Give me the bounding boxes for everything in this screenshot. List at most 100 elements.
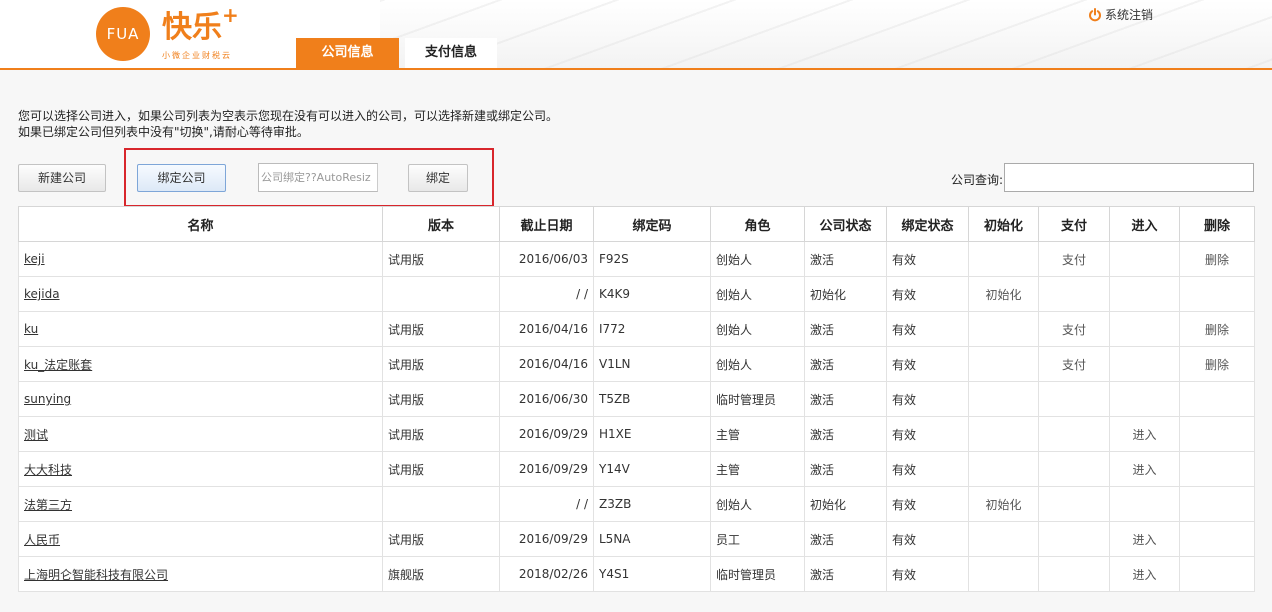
header-delete: 删除 [1179,206,1255,242]
header-bind-status: 绑定状态 [886,206,969,242]
header-enter: 进入 [1109,206,1180,242]
cell-bind-code: Z3ZB [593,486,711,522]
pay-action[interactable]: 支付 [1038,346,1110,382]
enter-action[interactable]: 进入 [1109,416,1180,452]
pay-action[interactable]: 支付 [1038,311,1110,347]
pay-action [1038,451,1110,487]
cell-bind-code: K4K9 [593,276,711,312]
enter-action[interactable]: 进入 [1109,521,1180,557]
cell-name: 测试 [18,416,383,452]
cell-bind-code: L5NA [593,521,711,557]
cell-company-status: 激活 [804,311,887,347]
cell-name: 大大科技 [18,451,383,487]
company-name-link[interactable]: 人民币 [24,533,60,547]
company-name-link[interactable]: 上海明仑智能科技有限公司 [24,568,168,582]
cell-role: 临时管理员 [710,381,805,417]
cell-version [382,486,500,522]
logo-subtitle: 小微企业财税云 [162,51,232,60]
company-name-link[interactable]: 大大科技 [24,463,72,477]
init-action [968,556,1039,592]
header-pay: 支付 [1038,206,1110,242]
company-name-link[interactable]: sunying [24,392,71,406]
delete-action[interactable]: 删除 [1179,241,1255,277]
info-text: 您可以选择公司进入，如果公司列表为空表示您现在没有可以进入的公司，可以选择新建或… [18,108,558,140]
cell-version: 试用版 [382,381,500,417]
info-line-2: 如果已绑定公司但列表中没有"切换",请耐心等待审批。 [18,125,309,139]
pay-action [1038,276,1110,312]
cell-bind-status: 有效 [886,451,969,487]
tab-payment-info[interactable]: 支付信息 [405,38,497,68]
init-action [968,241,1039,277]
cell-bind-code: V1LN [593,346,711,382]
delete-action [1179,276,1255,312]
init-action [968,521,1039,557]
new-company-button[interactable]: 新建公司 [18,164,106,192]
cell-role: 创始人 [710,486,805,522]
delete-action [1179,451,1255,487]
cell-bind-code: Y4S1 [593,556,711,592]
pay-action [1038,486,1110,522]
cell-name: ku [18,311,383,347]
init-action[interactable]: 初始化 [968,276,1039,312]
cell-deadline: 2016/06/30 [499,381,594,417]
delete-action [1179,416,1255,452]
enter-action [1109,346,1180,382]
cell-role: 临时管理员 [710,556,805,592]
company-name-link[interactable]: ku_法定账套 [24,358,92,372]
table-row: kejida / / K4K9 创始人 初始化 有效 初始化 [18,276,1255,312]
pay-action[interactable]: 支付 [1038,241,1110,277]
search-input[interactable] [1004,163,1254,192]
bind-code-input[interactable]: 公司绑定??AutoResiz [258,163,378,192]
company-name-link[interactable]: 测试 [24,428,48,442]
table-row: 测试 试用版 2016/09/29 H1XE 主管 激活 有效 进入 [18,416,1255,452]
table-row: keji 试用版 2016/06/03 F92S 创始人 激活 有效 支付 删除 [18,241,1255,277]
header-role: 角色 [710,206,805,242]
company-name-link[interactable]: kejida [24,287,60,301]
pay-action [1038,521,1110,557]
cell-company-status: 激活 [804,381,887,417]
cell-bind-status: 有效 [886,556,969,592]
company-name-link[interactable]: keji [24,252,45,266]
delete-action [1179,556,1255,592]
cell-name: ku_法定账套 [18,346,383,382]
company-name-link[interactable]: 法第三方 [24,498,72,512]
cell-role: 创始人 [710,241,805,277]
search-label: 公司查询: [951,173,1004,187]
delete-action [1179,486,1255,522]
info-line-1: 您可以选择公司进入，如果公司列表为空表示您现在没有可以进入的公司，可以选择新建或… [18,109,559,123]
tab-company-info[interactable]: 公司信息 [296,38,399,68]
cell-bind-code: T5ZB [593,381,711,417]
table-row: 上海明仑智能科技有限公司 旗舰版 2018/02/26 Y4S1 临时管理员 激活 有效 进入 [18,556,1255,592]
delete-action[interactable]: 删除 [1179,311,1255,347]
cell-company-status: 激活 [804,556,887,592]
cell-company-status: 激活 [804,451,887,487]
bind-company-button[interactable]: 绑定公司 [137,164,226,192]
cell-deadline: 2016/06/03 [499,241,594,277]
bind-confirm-button[interactable]: 绑定 [408,164,468,192]
cell-version: 试用版 [382,521,500,557]
cell-role: 创始人 [710,276,805,312]
enter-action[interactable]: 进入 [1109,556,1180,592]
cell-bind-status: 有效 [886,276,969,312]
cell-bind-code: H1XE [593,416,711,452]
table-row: 人民币 试用版 2016/09/29 L5NA 员工 激活 有效 进入 [18,521,1255,557]
cell-role: 主管 [710,451,805,487]
cell-name: 法第三方 [18,486,383,522]
cell-company-status: 激活 [804,241,887,277]
company-name-link[interactable]: ku [24,322,38,336]
init-action [968,346,1039,382]
cell-version: 试用版 [382,311,500,347]
cell-deadline: 2016/09/29 [499,521,594,557]
init-action [968,416,1039,452]
logout-button[interactable]: 系统注销 [1088,6,1153,23]
cell-bind-status: 有效 [886,381,969,417]
cell-bind-status: 有效 [886,416,969,452]
delete-action [1179,381,1255,417]
delete-action[interactable]: 删除 [1179,346,1255,382]
enter-action[interactable]: 进入 [1109,451,1180,487]
cell-version: 旗舰版 [382,556,500,592]
cell-role: 创始人 [710,311,805,347]
init-action[interactable]: 初始化 [968,486,1039,522]
enter-action [1109,276,1180,312]
header-version: 版本 [382,206,500,242]
